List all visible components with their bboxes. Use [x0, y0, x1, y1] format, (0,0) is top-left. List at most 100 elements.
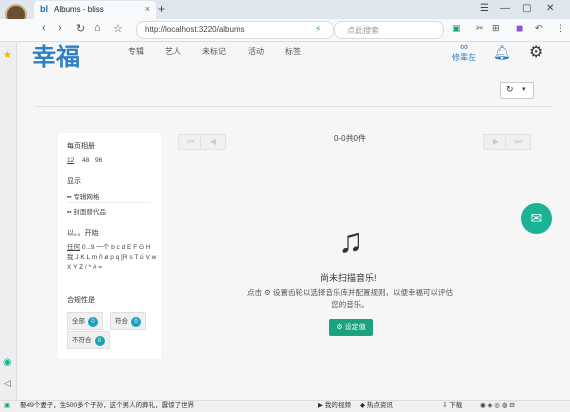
letter[interactable]: q: [116, 254, 120, 261]
letter[interactable]: ñ: [99, 254, 103, 261]
letter[interactable]: c: [117, 244, 120, 251]
letter[interactable]: F: [133, 244, 137, 251]
letter[interactable]: /: [85, 264, 87, 271]
letter-any[interactable]: 任何: [67, 244, 80, 251]
undo-icon[interactable]: ↶: [535, 23, 543, 34]
grid-icon[interactable]: ⊞: [492, 23, 500, 34]
prev-page-button[interactable]: ◀: [200, 134, 226, 150]
display-title: 显示: [67, 178, 81, 185]
browser-search[interactable]: 点此搜索: [334, 21, 444, 39]
nav-tags[interactable]: 标签: [285, 46, 301, 57]
nav-albums[interactable]: 专辑: [128, 46, 144, 57]
reload-icon[interactable]: ↻: [76, 22, 85, 35]
letter[interactable]: d: [122, 244, 126, 251]
letter[interactable]: 0...9: [82, 244, 95, 251]
count-badge: 0: [88, 317, 98, 327]
letter[interactable]: p: [110, 254, 114, 261]
video-icon: ▶: [318, 402, 325, 409]
letter[interactable]: T: [134, 254, 138, 261]
app-logo[interactable]: 幸福: [32, 37, 80, 72]
letter[interactable]: s: [129, 254, 132, 261]
nav-activity[interactable]: 活动: [248, 46, 264, 57]
tab-title: Albums - bliss: [54, 5, 104, 14]
mail-icon[interactable]: ✉: [521, 203, 552, 234]
minimize-icon[interactable]: —: [500, 3, 510, 14]
letter[interactable]: L: [87, 254, 90, 261]
gear-icon[interactable]: ⚙: [529, 42, 543, 62]
bookmark-star-icon[interactable]: ☆: [113, 22, 123, 35]
letter[interactable]: w: [152, 254, 157, 261]
news-ticker[interactable]: 娶49个妻子，生500多个子孙，这个男人的葬礼，震惊了世界: [20, 400, 230, 411]
per-page-96[interactable]: 96: [95, 157, 102, 164]
letter-filter: 任何 0...9 一个 b c d E F G H 我 J K L m ñ ø …: [67, 243, 157, 273]
new-tab-icon[interactable]: +: [158, 2, 165, 16]
caret-down-icon[interactable]: ▾: [522, 85, 526, 93]
forward-icon[interactable]: ›: [58, 22, 62, 34]
home-icon[interactable]: ⌂: [94, 22, 101, 34]
user-name: 修辈左: [452, 53, 476, 62]
letter[interactable]: H: [146, 244, 151, 251]
status-item-video[interactable]: ▶ 我的视频: [318, 400, 351, 411]
user-menu[interactable]: ∞ 修辈左: [452, 42, 476, 63]
letter[interactable]: J: [75, 254, 78, 261]
display-cover-alternates[interactable]: ▪▪ 封面替代品: [67, 206, 106, 216]
letter[interactable]: X: [67, 264, 71, 271]
letter[interactable]: [R: [121, 254, 128, 261]
lightning-icon[interactable]: ⚡: [315, 24, 321, 35]
compliance-noncompliant-button[interactable]: 不符合 0: [67, 331, 110, 349]
letter[interactable]: =: [98, 264, 102, 271]
refresh-dropdown[interactable]: ↻ ▾: [500, 82, 534, 99]
per-page-48[interactable]: 48: [82, 157, 89, 164]
compliance-all-button[interactable]: 全部 0: [67, 312, 103, 330]
letter[interactable]: Y: [73, 264, 77, 271]
status-item-download[interactable]: ⇩ 下载: [442, 400, 462, 411]
url-text: http://localhost:3220/albums: [145, 25, 245, 34]
extension-icon[interactable]: ◼: [516, 23, 523, 34]
divider: [34, 106, 553, 107]
tab-favicon: bl: [40, 4, 48, 14]
close-window-icon[interactable]: ✕: [546, 3, 554, 14]
status-item-news[interactable]: ◆ 热点资讯: [360, 400, 393, 411]
menu-icon[interactable]: ☰: [480, 3, 489, 14]
refresh-icon[interactable]: ↻: [506, 84, 514, 95]
status-tray-icons[interactable]: ◉ ◈ ◎ ◍ ⊟: [480, 400, 515, 411]
letter[interactable]: Z: [79, 264, 83, 271]
last-page-button[interactable]: ⏭: [505, 134, 531, 150]
maximize-icon[interactable]: ▢: [522, 3, 531, 14]
assistant-icon[interactable]: ◉: [3, 357, 12, 368]
more-icon[interactable]: ⋮: [556, 23, 565, 34]
collapse-sidebar-icon[interactable]: ◁: [4, 378, 11, 389]
scissors-icon[interactable]: ✂: [476, 23, 484, 34]
letter[interactable]: K: [80, 254, 84, 261]
empty-description: 点击 ⚙ 设置齿轮以选择音乐库并配置规则，以便幸福可以评估您的音乐。: [247, 288, 453, 309]
back-icon[interactable]: ‹: [42, 22, 46, 34]
settings-button[interactable]: ⚙ 设定值: [329, 319, 373, 336]
gear-icon: ⚙: [336, 324, 343, 331]
letter[interactable]: G: [139, 244, 144, 251]
letter[interactable]: 一个: [96, 244, 109, 251]
url-field[interactable]: http://localhost:3220/albums ⚡: [136, 21, 334, 39]
letter[interactable]: V: [145, 254, 149, 261]
letter[interactable]: E: [127, 244, 131, 251]
favorites-star-icon[interactable]: ★: [3, 50, 12, 61]
bell-icon[interactable]: 🔔︎: [493, 44, 511, 61]
nav-artists[interactable]: 艺人: [165, 46, 181, 57]
per-page-12[interactable]: 12: [67, 157, 74, 164]
per-page-title: 每页相册: [67, 143, 95, 150]
compliance-compliant-button[interactable]: 符合 0: [110, 312, 146, 330]
panel-divider: [67, 202, 151, 203]
letter[interactable]: ø: [104, 254, 108, 261]
letter[interactable]: b: [111, 244, 115, 251]
shield-icon[interactable]: ▣: [452, 23, 461, 34]
count-badge: 0: [131, 317, 141, 327]
letter[interactable]: #: [93, 264, 97, 271]
display-album-grid[interactable]: ▪▪ 专辑网格: [67, 191, 99, 201]
browser-tab[interactable]: bl Albums - bliss ×: [34, 1, 156, 19]
nav-untagged[interactable]: 未标记: [202, 46, 226, 57]
letter[interactable]: ü: [140, 254, 144, 261]
search-placeholder: 点此搜索: [347, 26, 379, 35]
letter[interactable]: m: [92, 254, 97, 261]
letter[interactable]: 我: [67, 254, 74, 261]
letter[interactable]: *: [89, 264, 92, 271]
close-tab-icon[interactable]: ×: [145, 4, 150, 14]
